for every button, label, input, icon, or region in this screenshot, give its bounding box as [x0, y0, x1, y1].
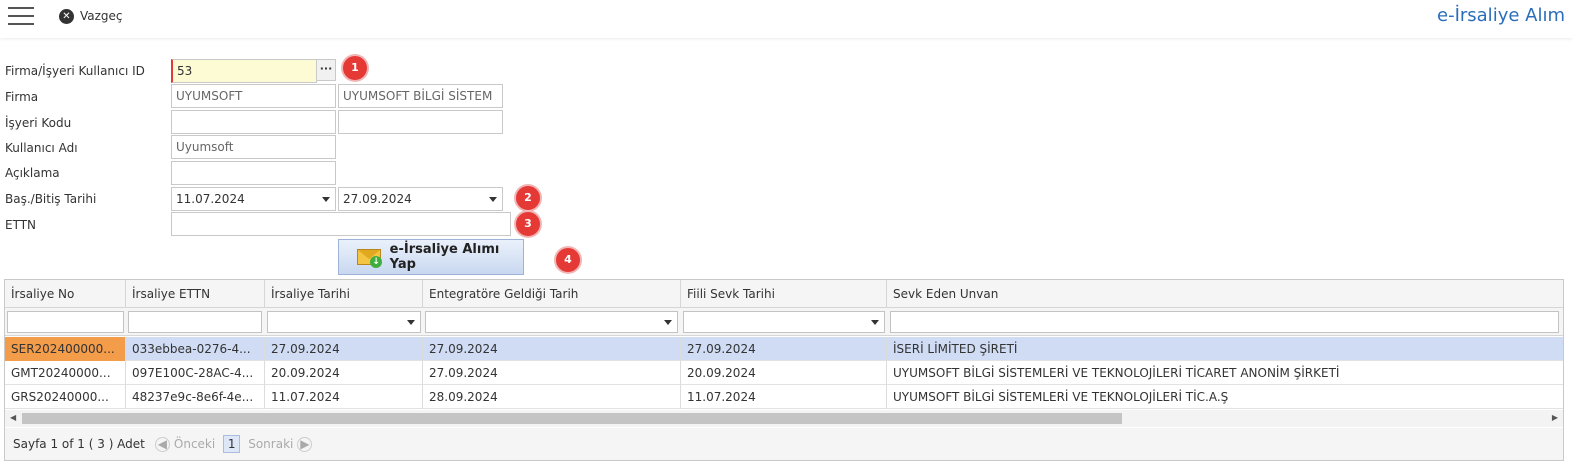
page-number[interactable]: 1 [223, 435, 241, 453]
tarih-label: Baş./Bitiş Tarihi [5, 192, 97, 206]
scroll-right-icon[interactable]: ▶ [1552, 413, 1558, 422]
prev-page-button[interactable]: ◀ Önceki [154, 436, 216, 452]
isyeri-kodu-label: İşyeri Kodu [5, 116, 72, 130]
chevron-down-icon [489, 197, 497, 202]
filter-select[interactable] [425, 311, 678, 333]
column-header[interactable]: İrsaliye No [5, 280, 126, 308]
scrollbar-thumb[interactable] [22, 413, 1122, 424]
table-cell: İSERİ LİMİTED ŞİRETİ [893, 342, 1018, 356]
chevron-right-icon: ▶ [297, 436, 313, 452]
step-badge-4: 4 [556, 248, 580, 272]
table-cell: 27.09.2024 [265, 337, 423, 361]
chevron-down-icon [322, 197, 330, 202]
next-page-button[interactable]: Sonraki ▶ [248, 436, 313, 452]
e-irsaliye-alim-button[interactable]: ↓ e-İrsaliye Alımı Yap [338, 239, 524, 275]
firma-code-field: UYUMSOFT [171, 84, 336, 108]
page-title: e-İrsaliye Alım [1437, 5, 1565, 26]
chevron-down-icon [871, 320, 879, 325]
column-header[interactable]: Sevk Eden Unvan [887, 280, 1563, 308]
chevron-down-icon [664, 320, 672, 325]
table-cell: UYUMSOFT BİLGİ SİSTEMLERİ VE TEKNOLOJİLE… [893, 366, 1340, 380]
table-cell: 097E100C-28AC-4... [126, 361, 265, 385]
ettn-input[interactable] [171, 212, 511, 236]
isyeri-kodu-input[interactable] [171, 110, 336, 134]
scroll-left-icon[interactable]: ◀ [10, 413, 16, 422]
table-cell: 11.07.2024 [681, 385, 887, 409]
next-label: Sonraki [248, 437, 294, 451]
cancel-button[interactable]: ✕ Vazgeç [59, 7, 123, 25]
pager: Sayfa 1 of 1 ( 3 ) Adet ◀ Önceki 1 Sonra… [5, 428, 1563, 460]
table-cell: 48237e9c-8e6f-4e... [126, 385, 265, 409]
filter-input[interactable] [128, 311, 262, 333]
filter-row [5, 308, 1563, 336]
table-cell: 27.09.2024 [423, 337, 681, 361]
column-header[interactable]: İrsaliye Tarihi [265, 280, 423, 308]
cancel-label: Vazgeç [80, 9, 123, 23]
action-button-label: e-İrsaliye Alımı Yap [389, 242, 500, 272]
step-badge-1: 1 [343, 56, 367, 80]
close-icon: ✕ [59, 8, 74, 24]
firma-name-field: UYUMSOFT BİLGİ SİSTEM [338, 84, 503, 108]
firma-label: Firma [5, 90, 39, 104]
table-cell: GRS20240000... [5, 385, 126, 409]
prev-label: Önceki [173, 437, 216, 451]
top-bar: ✕ Vazgeç e-İrsaliye Alım [0, 0, 1573, 38]
pager-summary: Sayfa 1 of 1 ( 3 ) Adet [13, 437, 145, 451]
table-row[interactable]: GMT20240000... 097E100C-28AC-4... 20.09.… [5, 361, 1563, 385]
grid-header: İrsaliye No İrsaliye ETTN İrsaliye Tarih… [5, 280, 1563, 308]
aciklama-input[interactable] [171, 161, 336, 185]
table-row[interactable]: SER202400000... 033ebbea-0276-4... 27.09… [5, 337, 1563, 361]
table-cell: 27.09.2024 [423, 361, 681, 385]
bitis-tarihi-value: 27.09.2024 [343, 192, 412, 206]
table-cell: 20.09.2024 [265, 361, 423, 385]
table-cell: GMT20240000... [5, 361, 126, 385]
table-cell: 27.09.2024 [681, 337, 887, 361]
chevron-down-icon [407, 320, 415, 325]
column-header[interactable]: İrsaliye ETTN [126, 280, 265, 308]
ettn-label: ETTN [5, 218, 37, 232]
menu-icon[interactable] [8, 7, 34, 27]
firma-kullanici-label: Firma/İşyeri Kullanıcı ID [5, 64, 145, 78]
filter-input[interactable] [890, 311, 1559, 333]
table-cell: 28.09.2024 [423, 385, 681, 409]
table-cell: UYUMSOFT BİLGİ SİSTEMLERİ VE TEKNOLOJİLE… [893, 390, 1229, 404]
filter-select[interactable] [683, 311, 885, 333]
table-cell: 033ebbea-0276-4... [126, 337, 265, 361]
envelope-download-icon: ↓ [357, 247, 382, 268]
irsaliye-grid: İrsaliye No İrsaliye ETTN İrsaliye Tarih… [4, 279, 1564, 461]
chevron-left-icon: ◀ [154, 436, 170, 452]
column-header[interactable]: Fiili Sevk Tarihi [681, 280, 887, 308]
column-header[interactable]: Entegratöre Geldiği Tarih [423, 280, 681, 308]
bas-tarihi-select[interactable]: 11.07.2024 [171, 187, 336, 211]
table-row[interactable]: GRS20240000... 48237e9c-8e6f-4e... 11.07… [5, 385, 1563, 409]
horizontal-scrollbar[interactable]: ◀ ▶ [5, 410, 1563, 427]
bas-tarihi-value: 11.07.2024 [176, 192, 245, 206]
isyeri-name-field [338, 110, 503, 134]
table-cell: 20.09.2024 [681, 361, 887, 385]
kullanici-adi-field: Uyumsoft [171, 135, 336, 159]
step-badge-2: 2 [516, 186, 540, 210]
lookup-button[interactable]: ··· [316, 59, 336, 81]
filter-select[interactable] [267, 311, 421, 333]
table-cell: SER202400000... [5, 337, 126, 361]
step-badge-3: 3 [516, 212, 540, 236]
firma-kullanici-input[interactable]: 53 [171, 59, 317, 83]
filter-input[interactable] [7, 311, 124, 333]
table-cell: 11.07.2024 [265, 385, 423, 409]
kullanici-adi-label: Kullanıcı Adı [5, 141, 78, 155]
aciklama-label: Açıklama [5, 166, 60, 180]
bitis-tarihi-select[interactable]: 27.09.2024 [338, 187, 503, 211]
